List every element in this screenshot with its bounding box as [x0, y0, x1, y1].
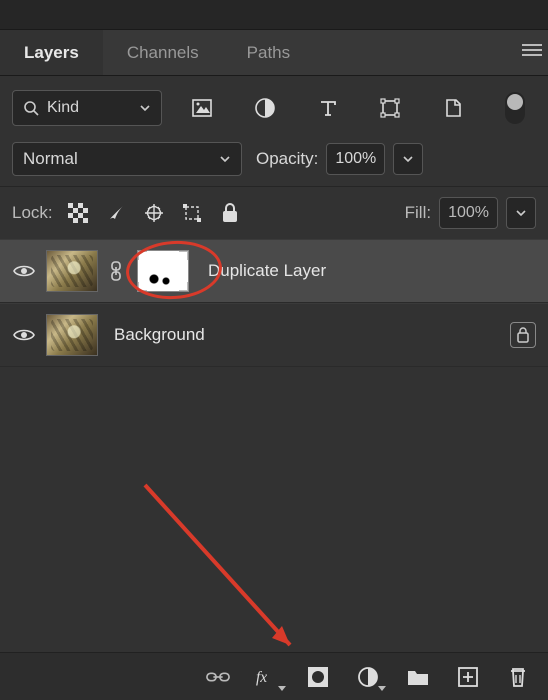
bottom-toolbar: fx: [0, 652, 548, 700]
layer-name-label[interactable]: Duplicate Layer: [208, 261, 326, 281]
layer-thumbnail[interactable]: [46, 250, 98, 292]
add-mask-button[interactable]: [306, 665, 330, 689]
lock-all-icon[interactable]: [219, 202, 241, 224]
panel-menu-icon[interactable]: [522, 40, 542, 60]
filter-kind-dropdown[interactable]: Kind: [12, 90, 162, 126]
panel-tabs: Layers Channels Paths: [0, 30, 548, 76]
visibility-toggle[interactable]: [12, 327, 36, 343]
filter-kind-label: Kind: [47, 99, 79, 117]
lock-indicator[interactable]: [510, 322, 536, 348]
group-button[interactable]: [406, 665, 430, 689]
filter-type-icon[interactable]: [317, 97, 339, 119]
adjustment-layer-button[interactable]: [356, 665, 380, 689]
lock-icon: [516, 327, 530, 343]
lock-row: Lock: Fill: 100%: [0, 187, 548, 239]
visibility-toggle[interactable]: [12, 263, 36, 279]
fill-input[interactable]: 100%: [439, 197, 498, 229]
lock-artboard-icon[interactable]: [181, 202, 203, 224]
layers-list: Duplicate Layer Background: [0, 239, 548, 367]
layer-name-label[interactable]: Background: [114, 325, 205, 345]
lock-transparency-icon[interactable]: [67, 202, 89, 224]
blend-mode-dropdown[interactable]: Normal: [12, 142, 242, 176]
chevron-down-icon: [139, 102, 151, 114]
eye-icon: [13, 263, 35, 279]
svg-text:fx: fx: [256, 669, 267, 686]
eye-icon: [13, 327, 35, 343]
lock-position-icon[interactable]: [143, 202, 165, 224]
opacity-stepper[interactable]: [393, 143, 423, 175]
lock-label: Lock:: [12, 203, 53, 223]
fx-button[interactable]: fx: [256, 665, 280, 689]
filter-row: Kind: [0, 76, 548, 136]
chevron-down-icon: [402, 153, 414, 165]
chevron-down-icon: [219, 153, 231, 165]
tab-paths[interactable]: Paths: [223, 30, 314, 75]
layer-row[interactable]: Duplicate Layer: [0, 239, 548, 303]
annotation-arrow: [130, 470, 330, 670]
link-layers-button[interactable]: [206, 665, 230, 689]
filter-shape-icon[interactable]: [379, 97, 401, 119]
filter-adjustment-icon[interactable]: [254, 97, 276, 119]
top-toolbar-stub: [0, 0, 548, 30]
filter-pixel-icon[interactable]: [191, 97, 213, 119]
delete-button[interactable]: [506, 665, 530, 689]
tab-channels[interactable]: Channels: [103, 30, 223, 75]
search-icon: [23, 100, 39, 116]
fill-label: Fill:: [405, 203, 431, 223]
link-icon: [108, 261, 124, 281]
chevron-down-icon: [515, 207, 527, 219]
layer-row[interactable]: Background: [0, 303, 548, 367]
layer-mask-thumbnail[interactable]: [137, 250, 189, 292]
tab-layers[interactable]: Layers: [0, 30, 103, 75]
layer-thumbnail[interactable]: [46, 314, 98, 356]
filter-toggle[interactable]: [505, 92, 525, 124]
lock-paint-icon[interactable]: [105, 202, 127, 224]
filter-smartobject-icon[interactable]: [442, 97, 464, 119]
opacity-input[interactable]: 100%: [326, 143, 385, 175]
fill-stepper[interactable]: [506, 197, 536, 229]
blend-row: Normal Opacity: 100%: [0, 136, 548, 187]
opacity-label: Opacity:: [256, 149, 318, 169]
new-layer-button[interactable]: [456, 665, 480, 689]
blend-mode-value: Normal: [23, 149, 78, 169]
